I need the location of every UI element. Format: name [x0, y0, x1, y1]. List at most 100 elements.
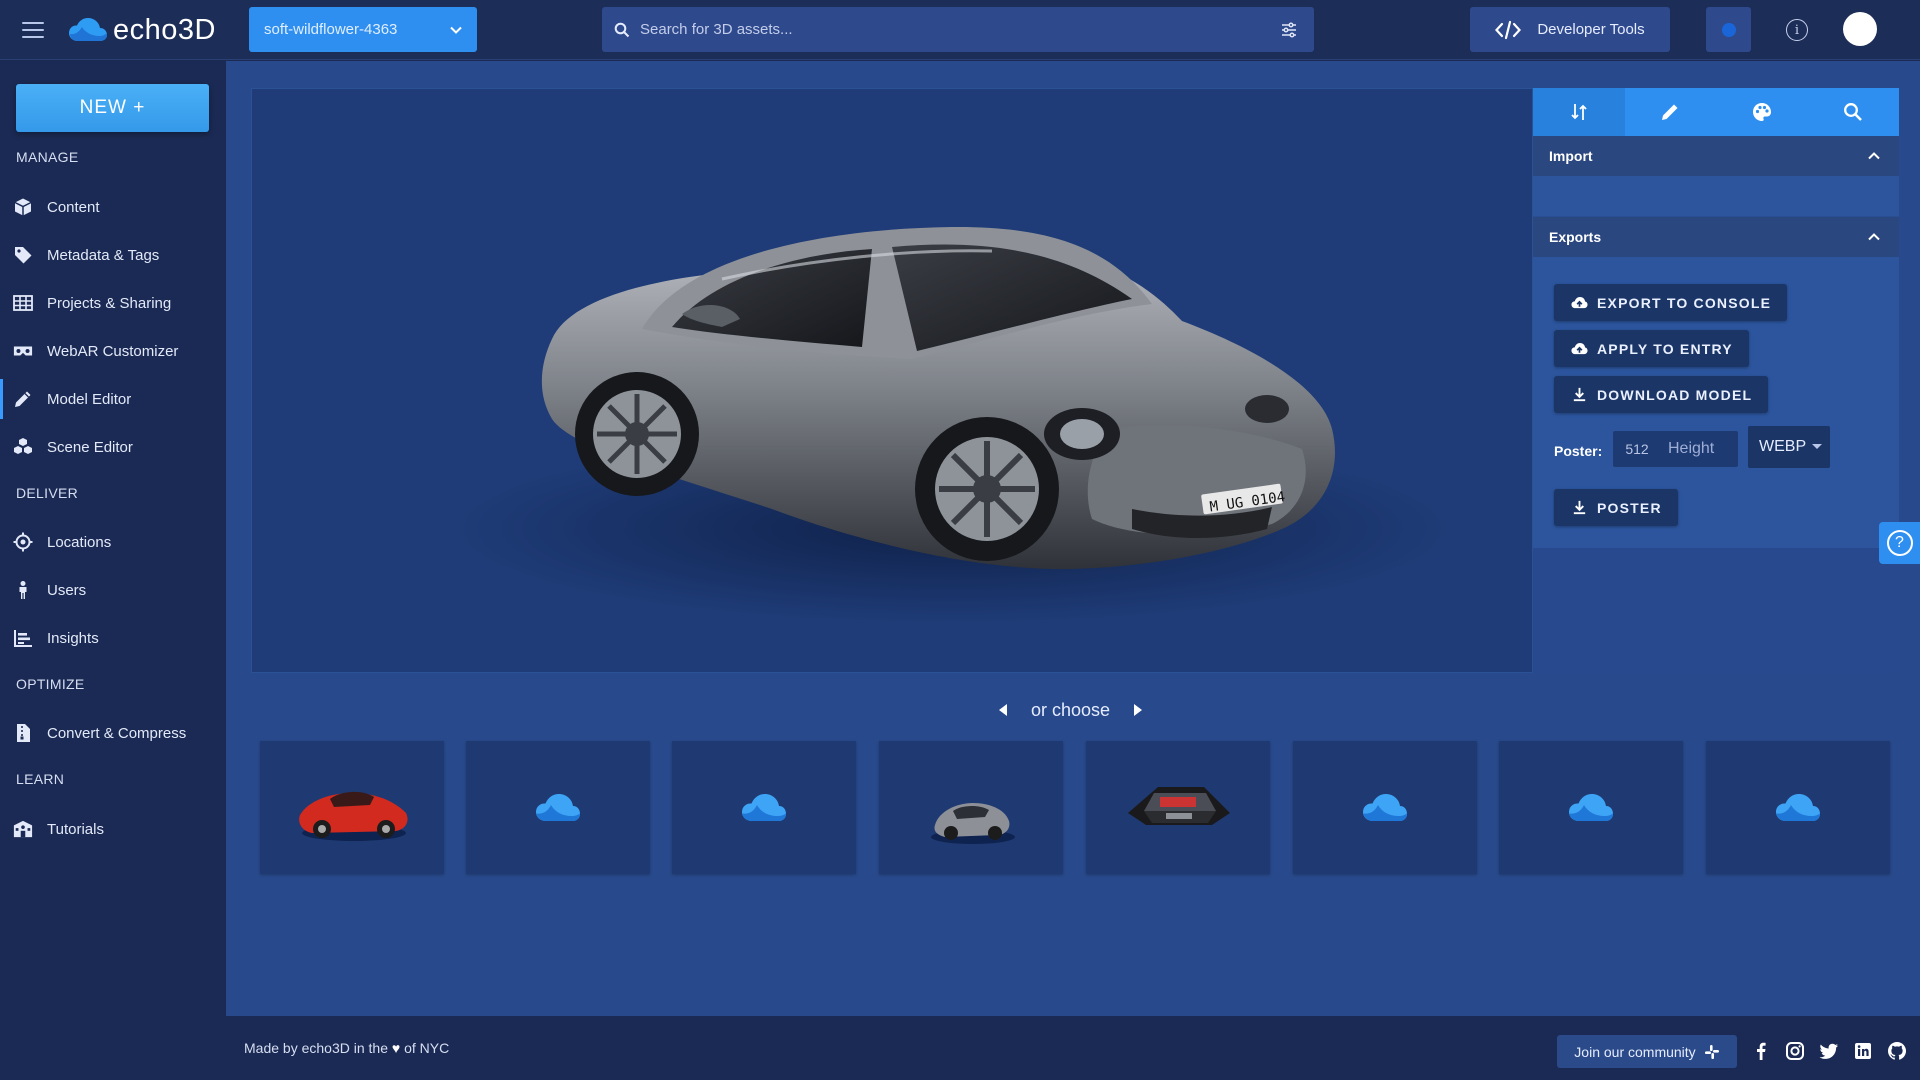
export-to-console-label: EXPORT TO CONSOLE	[1597, 294, 1772, 311]
slack-icon	[1704, 1044, 1719, 1059]
thumbnail-placeholder[interactable]	[1293, 741, 1477, 874]
new-button[interactable]: NEW +	[16, 84, 209, 132]
sidebar-item-scene-editor[interactable]: Scene Editor	[0, 427, 226, 467]
red-car-image	[299, 791, 408, 841]
thumbnail-placeholder[interactable]	[672, 741, 856, 874]
made-prefix: Made by echo3D in the	[244, 1040, 388, 1056]
export-to-console-button[interactable]: EXPORT TO CONSOLE	[1554, 284, 1788, 321]
top-bar: echo3D soft-wildflower-4363 Developer To…	[0, 0, 1920, 60]
sidebar: NEW + MANAGE Content Metadata & Tags Pro…	[0, 61, 226, 1080]
import-title: Import	[1549, 148, 1593, 164]
poster-size-input[interactable]: 512 Height	[1613, 431, 1738, 467]
exports-header[interactable]: Exports	[1533, 217, 1899, 257]
echo3d-logo[interactable]: echo3D	[69, 12, 216, 48]
join-community-label: Join our community	[1574, 1043, 1696, 1060]
cloud-icon	[1569, 793, 1613, 821]
sidebar-item-label: Users	[47, 581, 87, 599]
thumbnail-placeholder[interactable]	[466, 741, 650, 874]
cloud-upload-icon	[1571, 297, 1588, 309]
instagram-icon[interactable]	[1784, 1040, 1806, 1062]
apply-to-entry-label: APPLY TO ENTRY	[1597, 340, 1733, 357]
sidebar-item-convert[interactable]: Convert & Compress	[0, 713, 226, 753]
menu-icon[interactable]	[20, 17, 46, 43]
download-icon	[1573, 387, 1586, 402]
thumbnail-silver-sports-car[interactable]	[879, 741, 1063, 874]
poster-format-value: WEBP	[1759, 438, 1807, 455]
brand-name: echo3D	[113, 13, 216, 46]
next-arrow-icon[interactable]	[1128, 700, 1148, 720]
palette-icon	[1752, 103, 1771, 121]
thumbnail-car-engine-bay[interactable]	[1086, 741, 1270, 874]
cube-icon	[12, 196, 34, 218]
github-icon[interactable]	[1886, 1040, 1908, 1062]
sidebar-item-label: Insights	[47, 629, 99, 647]
car-3d-model: M UG 0104	[452, 226, 1452, 624]
heart-icon: ♥	[391, 1040, 401, 1056]
model-editor-panel: Import Exports EXPORT TO CONSOLE APPLY T…	[1533, 88, 1899, 673]
tab-transform[interactable]	[1533, 88, 1625, 136]
search-icon	[1844, 103, 1863, 121]
search-input[interactable]	[640, 21, 1280, 38]
join-community-button[interactable]: Join our community	[1557, 1035, 1737, 1068]
thumbnail-red-sports-car[interactable]	[260, 741, 444, 874]
filter-icon[interactable]	[1280, 21, 1298, 39]
sidebar-item-tutorials[interactable]: Tutorials	[0, 809, 226, 849]
engine-bay-image	[1128, 786, 1230, 825]
thumbnail-placeholder[interactable]	[1706, 741, 1890, 874]
sidebar-item-projects[interactable]: Projects & Sharing	[0, 283, 226, 323]
theme-toggle-button[interactable]	[1706, 7, 1751, 52]
download-model-label: DOWNLOAD MODEL	[1597, 386, 1753, 403]
sidebar-item-label: Tutorials	[47, 820, 104, 838]
prev-arrow-icon[interactable]	[993, 700, 1013, 720]
moon-icon	[1721, 22, 1736, 37]
cloud-icon	[1776, 793, 1820, 821]
sidebar-item-users[interactable]: Users	[0, 570, 226, 610]
pencil-icon	[1662, 104, 1678, 120]
question-icon: ?	[1886, 530, 1913, 556]
tab-search[interactable]	[1808, 88, 1900, 136]
sidebar-item-locations[interactable]: Locations	[0, 522, 226, 562]
poster-width-value: 512	[1625, 441, 1649, 457]
file-zip-icon	[12, 722, 34, 744]
sidebar-item-model-editor[interactable]: Model Editor	[0, 379, 226, 419]
info-icon[interactable]: i	[1786, 19, 1808, 41]
import-body	[1533, 176, 1899, 216]
download-model-button[interactable]: DOWNLOAD MODEL	[1554, 376, 1769, 413]
made-by-text: Made by echo3D in the ♥ of NYC	[244, 1040, 449, 1056]
footer: Made by echo3D in the ♥ of NYC Join our …	[226, 1016, 1920, 1080]
school-icon	[12, 818, 34, 840]
twitter-icon[interactable]	[1818, 1040, 1840, 1062]
chevron-up-icon	[1868, 233, 1880, 241]
cloud-icon	[742, 793, 786, 821]
section-learn: LEARN	[16, 771, 65, 787]
crosshairs-icon	[12, 531, 34, 553]
sidebar-item-metadata[interactable]: Metadata & Tags	[0, 235, 226, 275]
section-manage: MANAGE	[16, 149, 79, 165]
import-header[interactable]: Import	[1533, 136, 1899, 176]
thumbnail-placeholder[interactable]	[1499, 741, 1683, 874]
sidebar-item-label: Scene Editor	[47, 438, 133, 456]
sidebar-item-label: Metadata & Tags	[47, 246, 160, 264]
project-select[interactable]: soft-wildflower-4363	[249, 7, 477, 52]
or-choose-label: or choose	[1031, 699, 1111, 720]
developer-tools-button[interactable]: Developer Tools	[1470, 7, 1670, 52]
tab-materials[interactable]	[1716, 88, 1808, 136]
avatar[interactable]	[1843, 12, 1877, 46]
sidebar-item-webar[interactable]: WebAR Customizer	[0, 331, 226, 371]
sidebar-item-label: Model Editor	[47, 390, 132, 408]
linkedin-icon[interactable]	[1852, 1040, 1874, 1062]
apply-to-entry-button[interactable]: APPLY TO ENTRY	[1554, 330, 1749, 367]
poster-format-select[interactable]: WEBP	[1748, 426, 1830, 468]
model-viewer[interactable]: M UG 0104	[251, 88, 1533, 673]
poster-button[interactable]: POSTER	[1554, 489, 1678, 526]
facebook-icon[interactable]	[1750, 1040, 1772, 1062]
sidebar-item-insights[interactable]: Insights	[0, 618, 226, 658]
made-suffix: of NYC	[404, 1040, 450, 1056]
sidebar-item-content[interactable]: Content	[0, 187, 226, 227]
tab-edit[interactable]	[1625, 88, 1717, 136]
section-deliver: DELIVER	[16, 485, 79, 501]
panel-tabs	[1533, 88, 1899, 136]
chart-icon	[12, 627, 34, 649]
chevron-up-icon	[1868, 152, 1880, 160]
help-button[interactable]: ?	[1879, 522, 1920, 564]
